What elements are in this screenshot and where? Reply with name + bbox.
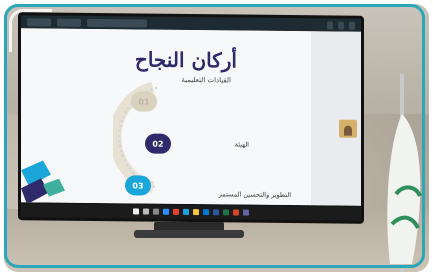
photo-frame: [4, 4, 425, 268]
frame-corner-accent: [9, 9, 52, 52]
